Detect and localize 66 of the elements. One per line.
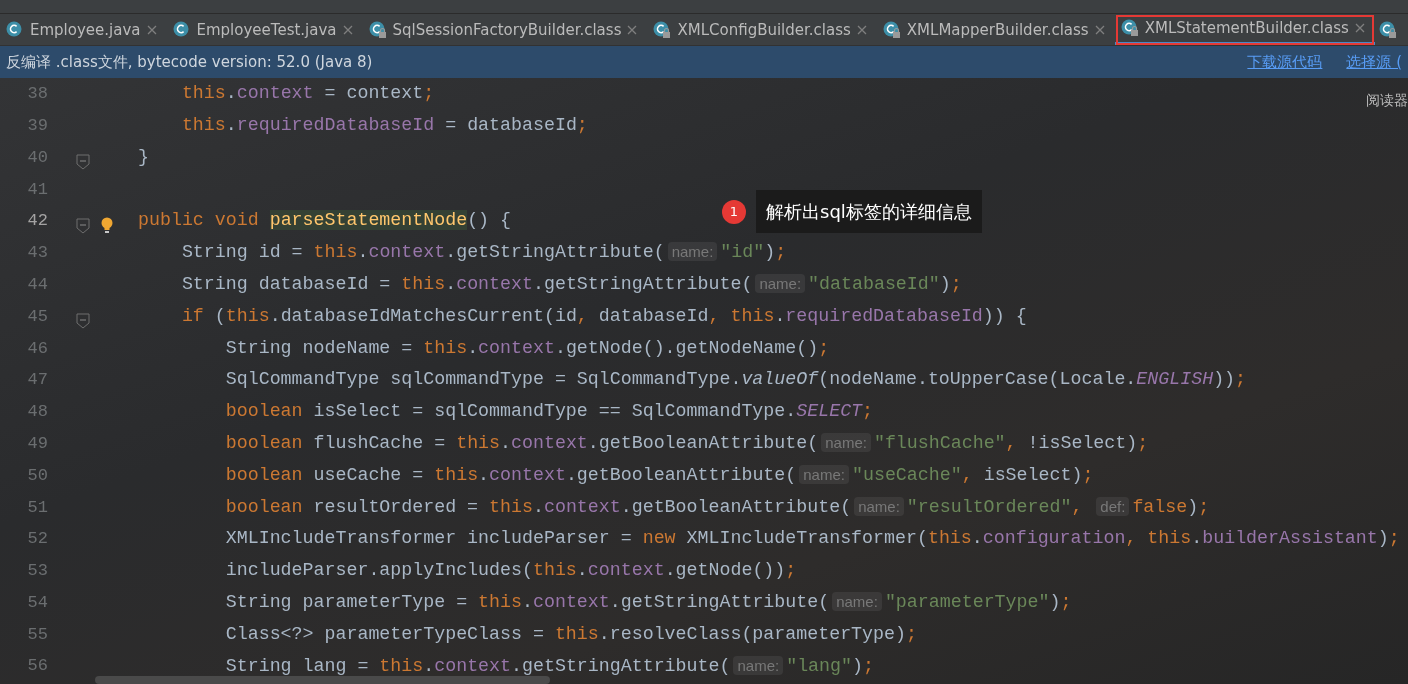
code-line: Class<?> parameterTypeClass = this.resolveClass(parameterType); [224, 622, 917, 646]
line-number: 52 [26, 528, 48, 551]
editor-tab[interactable]: EmployeeTest.java [166, 14, 363, 45]
code-line: String databaseId = this.context.getStringAttribute( name: "databaseId"); [180, 272, 962, 296]
line-number: 54 [26, 591, 48, 614]
step-number-badge: 1 [722, 199, 746, 224]
code-line: String lang = this.context.getStringAttribute( name: "lang"); [224, 654, 874, 678]
line-number: 41 [26, 178, 48, 201]
class-file-icon [172, 21, 191, 39]
editor-tab[interactable]: SqlSessionFactoryBuilder.class [362, 14, 648, 45]
class-file-lock-icon [1120, 19, 1139, 37]
code-line: XMLIncludeTransformer includeParser = new XMLIncludeTransformer(this.configuration, this.builderAssistant); [224, 527, 1400, 551]
tab-label: XMLMapperBuilder.class [906, 19, 1089, 41]
line-number: 49 [26, 432, 48, 455]
class-file-lock-icon [368, 21, 387, 39]
horizontal-scrollbar[interactable] [95, 676, 550, 684]
line-number: 40 [26, 146, 48, 169]
banner-link[interactable]: 下载源代码 [1247, 50, 1323, 74]
banner-link[interactable]: 选择源 ( [1346, 50, 1402, 74]
line-number: 50 [26, 464, 48, 487]
class-file-icon [6, 21, 24, 39]
code-line: String nodeName = this.context.getNode().getNodeName(); [224, 336, 830, 360]
code-line: public void parseStatementNode() { [138, 209, 512, 233]
editor-tab[interactable]: XMLMapperBuilder.class [876, 14, 1115, 45]
line-number: 44 [26, 273, 48, 296]
code-line: SqlCommandType sqlCommandType = SqlCommandType.valueOf(nodeName.toUpperCase(Locale.ENGLISH)); [224, 368, 1247, 392]
class-file-lock-icon [882, 21, 901, 39]
annotation-callout: 解析出sql标签的详细信息 [756, 190, 982, 233]
fold-marker-icon[interactable] [76, 217, 90, 234]
code-line: } [138, 145, 149, 169]
line-number: 48 [26, 401, 48, 424]
line-number: 55 [26, 623, 48, 646]
code-line: this.context = context; [180, 82, 435, 106]
tab-label: XMLStatementBuilder.class [1144, 17, 1349, 39]
line-number: 39 [26, 114, 48, 137]
decompiler-notice: 反编译 .class文件, bytecode version: 52.0 (Java 8) [6, 51, 373, 73]
code-line: String id = this.context.getStringAttribute( name: "id"); [180, 241, 787, 265]
fold-marker-icon[interactable] [76, 154, 90, 170]
editor-tab[interactable]: Employee.java [0, 14, 167, 45]
tab-label: EmployeeTest.java [196, 19, 337, 41]
line-number: 47 [26, 369, 48, 392]
line-number: 43 [26, 242, 48, 265]
code-line: boolean useCache = this.context.getBooleanAttribute( name: "useCache", isSelect); [224, 463, 1094, 487]
code-line: if (this.databaseIdMatchesCurrent(id, databaseId, this.requiredDatabaseId)) { [180, 304, 1027, 328]
lightbulb-icon[interactable] [100, 216, 114, 235]
line-number: 51 [26, 496, 48, 519]
code-line: boolean resultOrdered = this.context.getBooleanAttribute( name: "resultOrdered", def: false); [224, 495, 1210, 519]
tab-label: XMLConfigBuilder.class [677, 19, 851, 41]
code-line: boolean flushCache = this.context.getBooleanAttribute( name: "flushCache", !isSelect); [224, 431, 1149, 455]
editor-tab[interactable]: XMLConfigBuilder.class [647, 14, 877, 45]
line-number: 46 [26, 337, 48, 360]
class-file-lock-icon [1378, 20, 1397, 39]
reader-mode-link[interactable]: 阅读器 [1366, 90, 1408, 111]
line-number: 45 [26, 305, 48, 328]
line-number: 53 [26, 560, 48, 583]
tab-label: Employee.java [30, 19, 141, 41]
line-number: 42 [26, 210, 48, 233]
code-line: this.requiredDatabaseId = databaseId; [180, 113, 588, 137]
fold-marker-icon[interactable] [76, 312, 90, 329]
line-number: 56 [26, 655, 48, 678]
code-line: String parameterType = this.context.getStringAttribute( name: "parameterType"); [224, 590, 1072, 614]
code-line: includeParser.applyIncludes(this.context.getNode()); [224, 559, 797, 583]
line-number: 38 [26, 83, 48, 106]
code-line: boolean isSelect = sqlCommandType == SqlCommandType.SELECT; [224, 400, 874, 424]
tab-label: SqlSessionFactoryBuilder.class [392, 19, 622, 41]
class-file-lock-icon [653, 21, 672, 39]
